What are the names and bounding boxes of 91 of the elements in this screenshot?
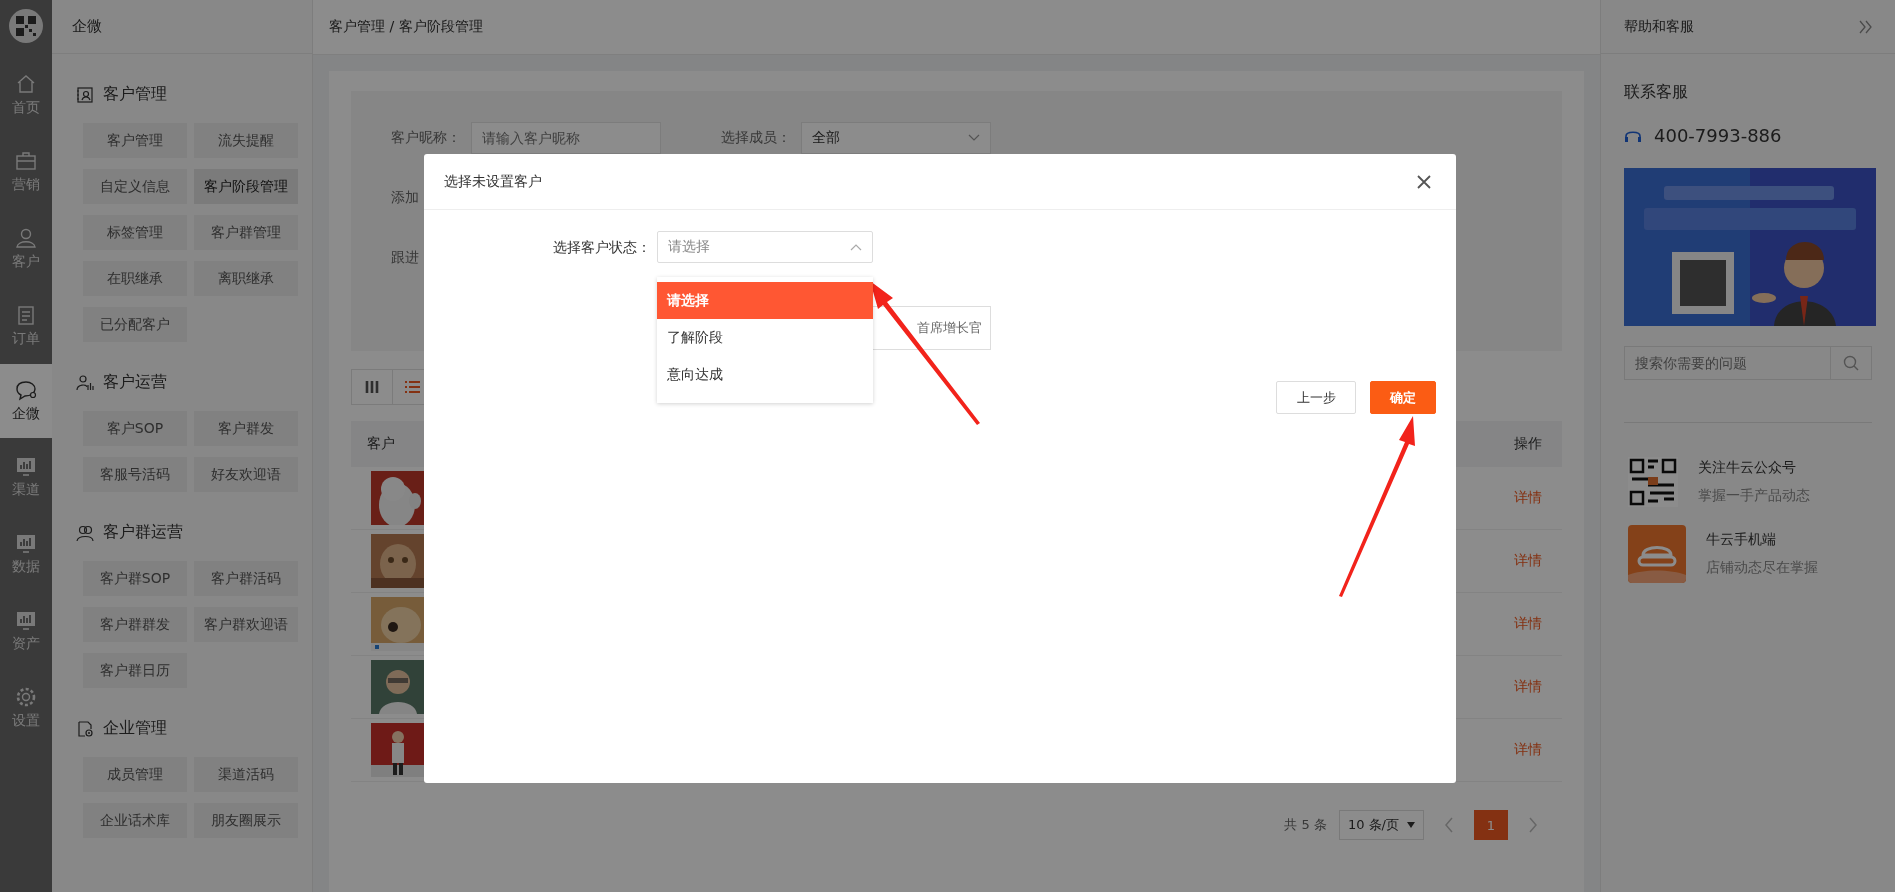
nav-item[interactable]: 数据 bbox=[0, 515, 52, 592]
filter-label: 添加 bbox=[391, 189, 419, 207]
nav-item[interactable]: 客户 bbox=[0, 210, 52, 287]
link-title[interactable]: 牛云手机端 bbox=[1706, 531, 1818, 549]
sidebar-item[interactable]: 流失提醒 bbox=[194, 123, 298, 158]
app-icon bbox=[1628, 525, 1686, 583]
detail-link[interactable]: 详情 bbox=[1514, 615, 1542, 633]
clipboard-icon bbox=[15, 303, 37, 326]
chevron-down-icon bbox=[968, 134, 980, 142]
settings-icon bbox=[15, 685, 37, 708]
sidebar-item[interactable]: 在职继承 bbox=[83, 261, 187, 296]
chevron-up-icon bbox=[850, 243, 862, 251]
nav-item[interactable]: 渠道 bbox=[0, 438, 52, 515]
panel-title: 帮助和客服 bbox=[1624, 17, 1694, 36]
chevron-left-icon bbox=[1444, 817, 1454, 833]
sidebar-item[interactable]: 客户群欢迎语 bbox=[194, 607, 298, 642]
search-icon bbox=[1843, 355, 1859, 371]
sidebar-item[interactable]: 自定义信息 bbox=[83, 169, 187, 204]
sidebar-item[interactable]: 客户群管理 bbox=[194, 215, 298, 250]
nav-item[interactable]: 营销 bbox=[0, 133, 52, 210]
sidebar-item[interactable]: 客户SOP bbox=[83, 411, 187, 446]
sidebar-item[interactable]: 客服号活码 bbox=[83, 457, 187, 492]
chat-bubble-icon bbox=[15, 379, 37, 401]
sidebar-item[interactable]: 客户群群发 bbox=[83, 607, 187, 642]
qr-code-icon bbox=[1628, 457, 1678, 507]
confirm-button[interactable]: 确定 bbox=[1370, 381, 1436, 414]
sidebar-item[interactable]: 离职继承 bbox=[194, 261, 298, 296]
page-size-select[interactable]: 10 条/页 bbox=[1338, 810, 1424, 840]
member-select[interactable]: 全部 bbox=[801, 122, 991, 154]
sidebar-item[interactable]: 客户群活码 bbox=[194, 561, 298, 596]
briefcase-icon bbox=[15, 149, 37, 172]
sidebar-item[interactable]: 客户群发 bbox=[194, 411, 298, 446]
detail-link[interactable]: 详情 bbox=[1514, 489, 1542, 507]
sidebar-item[interactable]: 企业话术库 bbox=[83, 803, 187, 838]
home-icon bbox=[15, 72, 37, 95]
filter-label: 跟进 bbox=[391, 249, 419, 267]
list-icon bbox=[404, 379, 421, 395]
sidebar-item[interactable]: 已分配客户 bbox=[83, 307, 187, 342]
logo-icon bbox=[8, 8, 44, 44]
chevron-right-icon bbox=[1528, 817, 1538, 833]
nav-item[interactable]: 资产 bbox=[0, 592, 52, 669]
detail-link[interactable]: 详情 bbox=[1514, 552, 1542, 570]
dropdown-option[interactable]: 意向达成 bbox=[657, 356, 873, 393]
status-select[interactable]: 请选择 bbox=[657, 231, 873, 263]
nav-item[interactable]: 订单 bbox=[0, 287, 52, 364]
sidebar-item[interactable]: 成员管理 bbox=[83, 757, 187, 792]
phone-number: 400-7993-886 bbox=[1654, 125, 1782, 146]
columns-icon bbox=[363, 379, 380, 395]
contact-title: 联系客服 bbox=[1624, 82, 1689, 103]
person-chart-icon bbox=[76, 373, 94, 392]
detail-link[interactable]: 详情 bbox=[1514, 678, 1542, 696]
contact-card-icon bbox=[76, 85, 94, 104]
page-button[interactable]: 1 bbox=[1474, 810, 1508, 840]
filter-label: 选择成员： bbox=[721, 129, 791, 147]
dropdown-option[interactable]: 请选择 bbox=[657, 282, 873, 319]
link-title[interactable]: 关注牛云公众号 bbox=[1698, 459, 1810, 477]
column-header: 客户 bbox=[367, 435, 395, 453]
nav-item[interactable]: 企微 bbox=[0, 364, 52, 438]
section-title: 企业管理 bbox=[103, 718, 167, 739]
double-chevron-icon bbox=[1859, 19, 1873, 34]
sidebar-item[interactable]: 客户阶段管理 bbox=[194, 169, 298, 204]
sidebar-item[interactable]: 标签管理 bbox=[83, 215, 187, 250]
link-subtitle: 掌握一手产品动态 bbox=[1698, 487, 1810, 505]
dialog-title: 选择未设置客户 bbox=[444, 172, 542, 191]
section-title: 客户群运营 bbox=[103, 522, 183, 543]
section-title: 客户运营 bbox=[103, 372, 167, 393]
people-icon bbox=[76, 523, 94, 542]
link-subtitle: 店铺动态尽在掌握 bbox=[1706, 559, 1818, 577]
back-button[interactable]: 上一步 bbox=[1276, 381, 1356, 414]
field-label: 选择客户状态： bbox=[552, 238, 652, 257]
caret-down-icon bbox=[1407, 822, 1415, 828]
sidebar-item[interactable]: 客户管理 bbox=[83, 123, 187, 158]
section-title: 客户管理 bbox=[103, 84, 167, 105]
sidebar-item[interactable]: 朋友圈展示 bbox=[194, 803, 298, 838]
sidebar-item[interactable]: 客户群日历 bbox=[83, 653, 187, 688]
filter-label: 客户昵称： bbox=[391, 129, 461, 147]
column-header: 操作 bbox=[1514, 435, 1542, 453]
nickname-field[interactable]: 请输入客户昵称 bbox=[471, 122, 661, 154]
close-icon bbox=[1417, 174, 1431, 189]
breadcrumb: 客户管理 / 客户阶段管理 bbox=[329, 18, 483, 36]
total-count: 共 5 条 bbox=[1284, 816, 1327, 834]
sidebar-item[interactable]: 客户群SOP bbox=[83, 561, 187, 596]
sidebar-item[interactable]: 好友欢迎语 bbox=[194, 457, 298, 492]
document-gear-icon bbox=[76, 719, 94, 738]
person-icon bbox=[15, 226, 37, 249]
detail-link[interactable]: 详情 bbox=[1514, 741, 1542, 759]
sidebar-title: 企微 bbox=[72, 17, 102, 36]
nav-item[interactable]: 首页 bbox=[0, 56, 52, 133]
sidebar-item[interactable]: 渠道活码 bbox=[194, 757, 298, 792]
nav-item[interactable]: 设置 bbox=[0, 669, 52, 746]
search-field[interactable]: 搜索你需要的问题 bbox=[1624, 346, 1831, 380]
